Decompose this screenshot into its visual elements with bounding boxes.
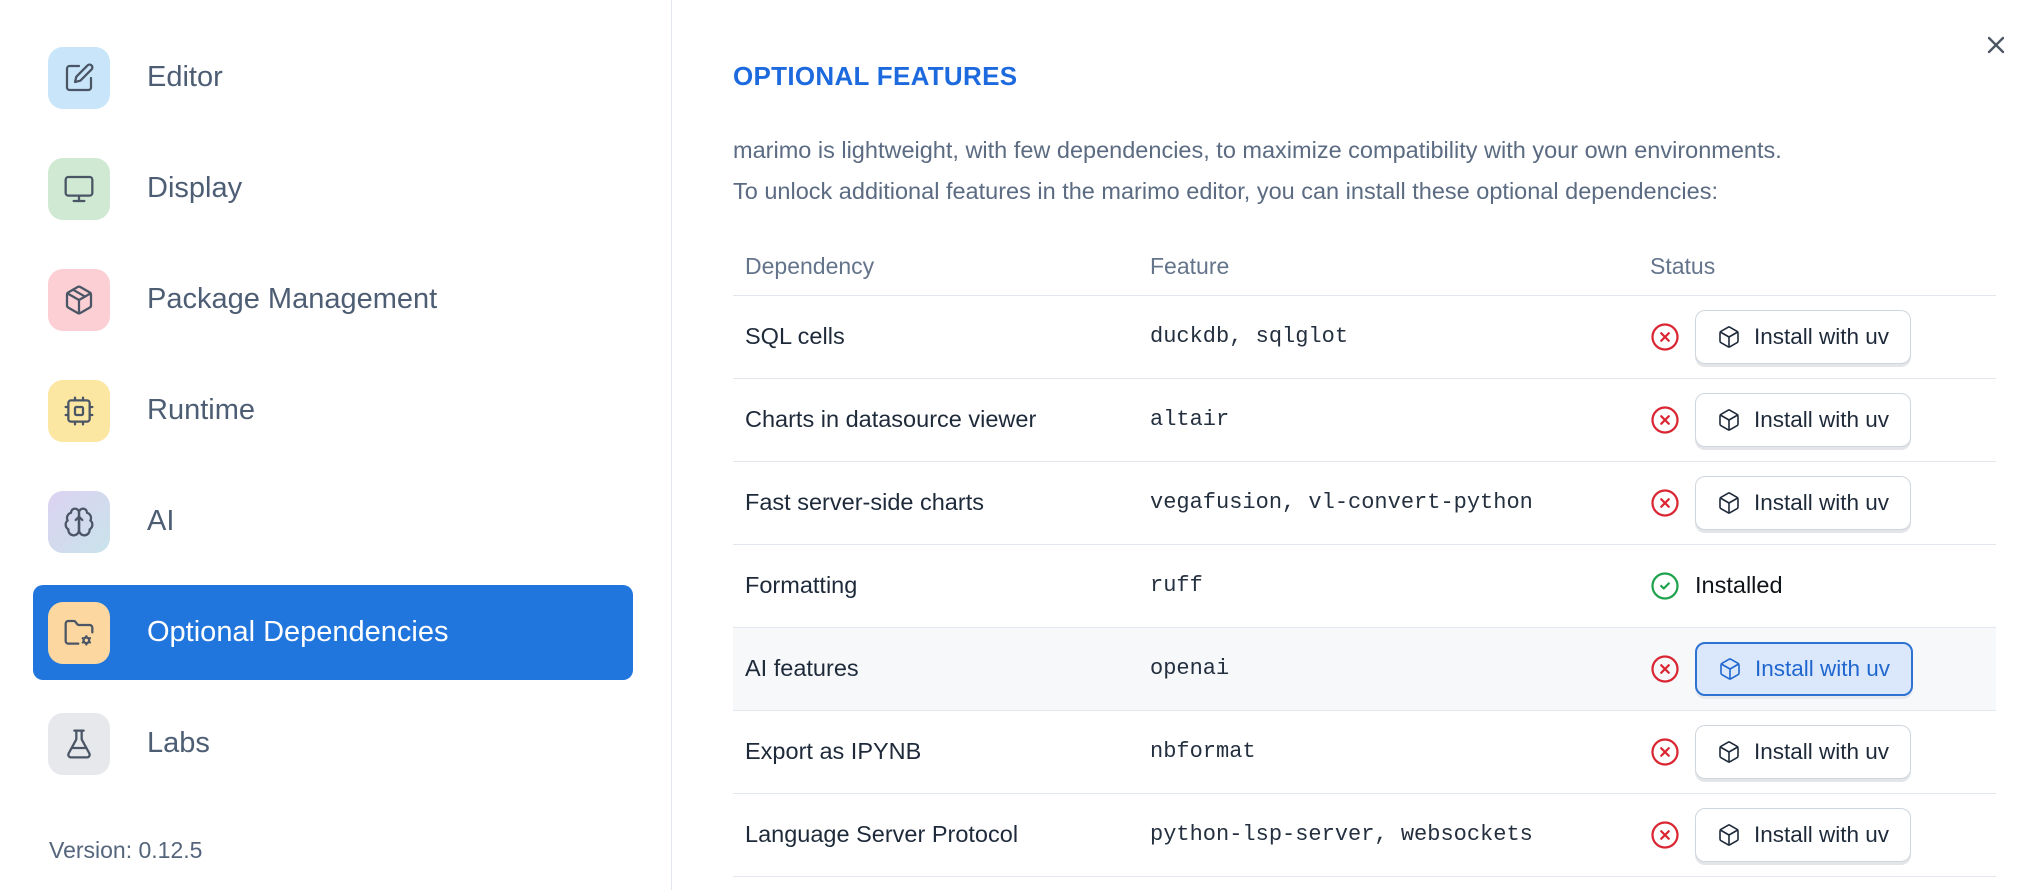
circle-check-icon: [1650, 571, 1680, 601]
install-button-label: Install with uv: [1755, 655, 1891, 681]
feature-packages: altair: [1150, 407, 1230, 433]
column-header-feature: Feature: [1150, 253, 1230, 280]
settings-dialog: Editor Display Package Management Runtim…: [0, 0, 2042, 890]
table-row: Language Server Protocol python-lsp-serv…: [733, 794, 1996, 877]
circle-x-icon: [1650, 488, 1680, 518]
folder-gear-icon: [48, 601, 110, 664]
circle-x-icon: [1650, 405, 1680, 435]
circle-x-icon: [1650, 654, 1680, 684]
installed-label: Installed: [1695, 572, 1783, 599]
brain-icon: [48, 490, 110, 553]
table-row: AI features openai Install with uv: [733, 627, 1996, 711]
page-title: OPTIONAL FEATURES: [733, 60, 1018, 91]
status-cell: Install with uv: [1638, 475, 1996, 530]
box-icon: [1719, 325, 1739, 348]
dependency-name: Export as IPYNB: [745, 738, 922, 765]
box-icon: [1720, 657, 1740, 680]
sidebar-item-label: AI: [147, 505, 175, 537]
table-row: Export as IPYNB nbformat Install with uv: [733, 711, 1996, 794]
box-icon: [1719, 740, 1739, 763]
install-with-uv-button[interactable]: Install with uv: [1695, 807, 1912, 862]
cpu-icon: [48, 379, 110, 442]
sidebar-item-display[interactable]: Display: [33, 141, 633, 236]
circle-x-icon: [1650, 737, 1680, 767]
dependency-name: Fast server-side charts: [745, 489, 984, 516]
sidebar-item-editor[interactable]: Editor: [33, 30, 633, 125]
sidebar-item-label: Runtime: [147, 394, 255, 426]
install-button-label: Install with uv: [1754, 406, 1890, 432]
feature-packages: nbformat: [1150, 739, 1256, 765]
optional-features-panel: OPTIONAL FEATURES marimo is lightweight,…: [672, 0, 2042, 890]
version-label: Version: 0.12.5: [49, 837, 203, 863]
sidebar-item-label: Optional Dependencies: [147, 616, 449, 648]
table-row: Formatting ruff Installed: [733, 545, 1996, 628]
sidebar-item-label: Display: [147, 172, 243, 204]
edit-icon: [48, 46, 110, 109]
sidebar-item-runtime[interactable]: Runtime: [33, 363, 633, 458]
install-button-label: Install with uv: [1754, 323, 1890, 349]
sidebar-item-label: Labs: [147, 727, 210, 759]
install-with-uv-button[interactable]: Install with uv: [1695, 724, 1912, 779]
sidebar-item-package-management[interactable]: Package Management: [33, 252, 633, 347]
install-button-label: Install with uv: [1754, 738, 1890, 764]
feature-packages: ruff: [1150, 573, 1203, 599]
status-cell: Install with uv: [1638, 807, 1996, 862]
table-header-row: Dependency Feature Status: [733, 239, 1996, 296]
dependency-table: Dependency Feature Status SQL cells duck…: [733, 239, 1996, 877]
status-cell: Install with uv: [1638, 309, 1996, 364]
dependency-name: AI features: [745, 655, 859, 682]
table-row: SQL cells duckdb, sqlglot Install with u…: [733, 296, 1996, 379]
feature-packages: duckdb, sqlglot: [1150, 324, 1349, 350]
close-button[interactable]: [1979, 28, 2013, 62]
status-cell: Install with uv: [1638, 641, 1996, 696]
column-header-dependency: Dependency: [745, 253, 875, 280]
install-with-uv-button[interactable]: Install with uv: [1695, 309, 1912, 364]
box-icon: [1719, 823, 1739, 846]
dependency-name: Charts in datasource viewer: [745, 406, 1037, 433]
dependency-name: SQL cells: [745, 323, 845, 350]
circle-x-icon: [1650, 820, 1680, 850]
dependency-name: Language Server Protocol: [745, 821, 1019, 848]
close-icon: [1987, 36, 2005, 54]
panel-description: marimo is lightweight, with few dependen…: [733, 130, 1996, 212]
flask-icon: [48, 712, 110, 775]
install-with-uv-button[interactable]: Install with uv: [1695, 641, 1914, 696]
circle-x-icon: [1650, 322, 1680, 352]
feature-packages: python-lsp-server, websockets: [1150, 822, 1533, 848]
install-button-label: Install with uv: [1754, 821, 1890, 847]
status-cell: Installed: [1638, 571, 1996, 601]
settings-sidebar: Editor Display Package Management Runtim…: [0, 0, 672, 890]
sidebar-item-label: Package Management: [147, 283, 438, 315]
sidebar-item-optional-dependencies[interactable]: Optional Dependencies: [33, 585, 633, 680]
table-row: Charts in datasource viewer altair Insta…: [733, 379, 1996, 462]
install-button-label: Install with uv: [1754, 489, 1890, 515]
box-icon: [1719, 408, 1739, 431]
install-with-uv-button[interactable]: Install with uv: [1695, 392, 1912, 447]
package-icon: [48, 268, 110, 331]
description-line-2: To unlock additional features in the mar…: [733, 177, 1719, 204]
dependency-name: Formatting: [745, 572, 858, 599]
install-with-uv-button[interactable]: Install with uv: [1695, 475, 1912, 530]
column-header-status: Status: [1650, 253, 1716, 280]
status-cell: Install with uv: [1638, 392, 1996, 447]
monitor-icon: [48, 157, 110, 220]
sidebar-item-label: Editor: [147, 61, 223, 93]
sidebar-item-labs[interactable]: Labs: [33, 696, 633, 791]
box-icon: [1719, 491, 1739, 514]
sidebar-item-ai[interactable]: AI: [33, 474, 633, 569]
table-row: Fast server-side charts vegafusion, vl-c…: [733, 462, 1996, 545]
feature-packages: openai: [1150, 656, 1230, 682]
status-cell: Install with uv: [1638, 724, 1996, 779]
feature-packages: vegafusion, vl-convert-python: [1150, 490, 1533, 516]
description-line-1: marimo is lightweight, with few dependen…: [733, 136, 1782, 163]
